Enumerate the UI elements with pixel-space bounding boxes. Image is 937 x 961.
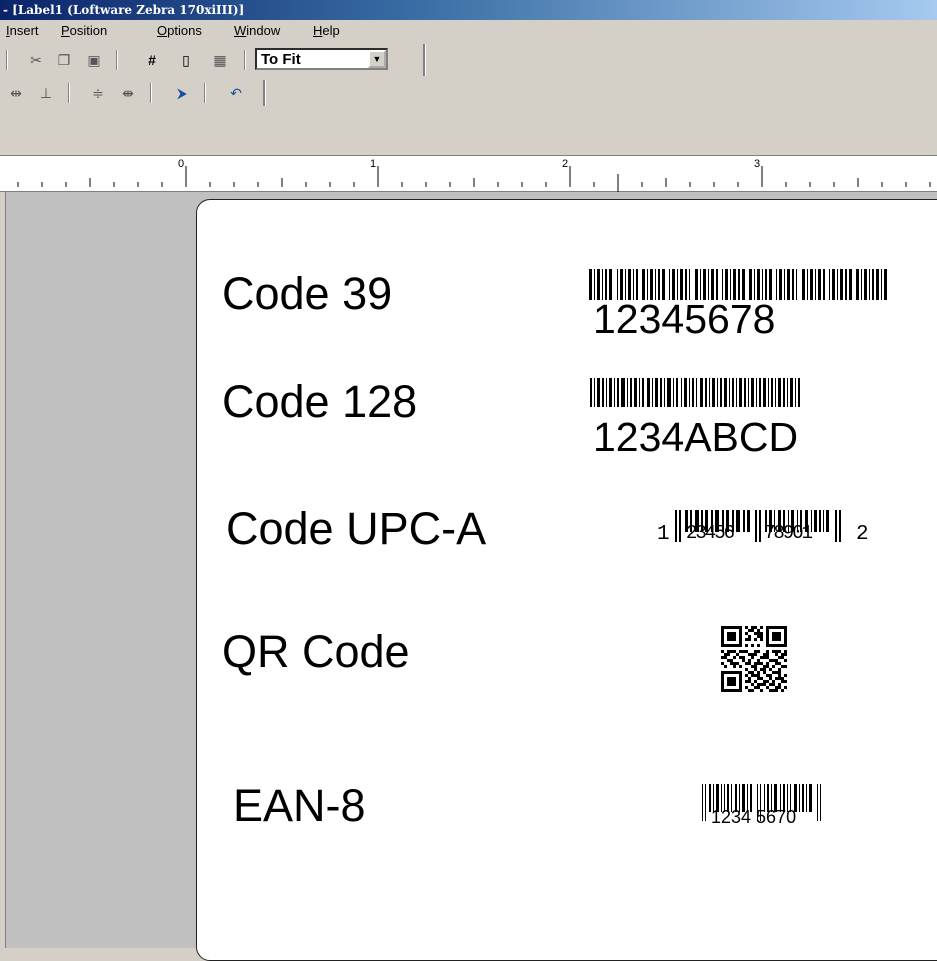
toolbar-separator <box>204 83 206 103</box>
toolbar-separator <box>6 50 8 70</box>
menu-position[interactable]: Position <box>61 23 107 38</box>
window-title: - [Label1 (Loftware Zebra 170xiIII)] <box>0 0 937 20</box>
menu-window[interactable]: Window <box>234 23 280 38</box>
align-toolbar: ⇹ ⊥ ≑ ⇼ ⮞ ↶ <box>0 78 937 108</box>
menu-options[interactable]: Options <box>157 23 202 38</box>
copy-icon[interactable]: ❐ <box>54 50 74 70</box>
barcode-icon[interactable]: ▦ <box>210 50 230 70</box>
ean8-caption[interactable]: EAN-8 <box>233 780 366 832</box>
ruler-label-1: 1 <box>370 158 377 170</box>
toolbar-separator <box>116 50 118 70</box>
undo-icon[interactable]: ↶ <box>226 83 246 103</box>
qrcode-caption[interactable]: QR Code <box>222 626 410 678</box>
upca-digit-right: 2 <box>856 523 869 546</box>
code39-caption[interactable]: Code 39 <box>222 268 392 320</box>
qr-code[interactable] <box>721 626 787 692</box>
page-icon[interactable]: ▯ <box>176 50 196 70</box>
align-h-icon[interactable]: ⇹ <box>6 83 26 103</box>
window-left-border <box>0 192 6 948</box>
ruler-label-2: 2 <box>562 158 569 170</box>
center-v-icon[interactable]: ≑ <box>88 83 108 103</box>
menu-bar: Insert Position Options Window Help <box>0 20 937 42</box>
upca-digits-group2: 78901 <box>764 522 813 544</box>
grid-icon[interactable]: # <box>142 50 162 70</box>
center-h-icon[interactable]: ⇼ <box>118 83 138 103</box>
toolbar-separator <box>150 83 152 103</box>
zoom-select[interactable]: To Fit ▼ <box>255 48 388 70</box>
toolbar-separator <box>68 83 70 103</box>
upca-caption[interactable]: Code UPC-A <box>226 503 486 555</box>
align-v-icon[interactable]: ⊥ <box>36 83 56 103</box>
zoom-value: To Fit <box>261 51 301 68</box>
code128-text: 1234ABCD <box>593 414 799 460</box>
main-toolbar: ✂ ❐ ▣ # ▯ ▦ To Fit ▼ <box>0 42 937 78</box>
rotate-icon[interactable]: ⮞ <box>172 83 192 103</box>
horizontal-ruler: 0 1 2 3 <box>0 155 937 192</box>
ruler-ticks <box>17 166 931 192</box>
label-canvas[interactable]: Code 39 12345678 Code 128 1234ABCD Code … <box>196 199 937 961</box>
menu-insert[interactable]: Insert <box>6 23 39 38</box>
code39-text: 12345678 <box>593 296 776 342</box>
toolbar-separator <box>244 50 246 70</box>
ean8-text: 1234 5670 <box>711 807 797 827</box>
ruler-label-3: 3 <box>754 158 761 170</box>
code128-caption[interactable]: Code 128 <box>222 376 417 428</box>
code128-barcode[interactable] <box>590 378 800 407</box>
upca-digit-left: 1 <box>657 523 670 546</box>
toolbar-border <box>263 80 266 106</box>
ruler-label-0: 0 <box>178 158 185 170</box>
cut-icon[interactable]: ✂ <box>26 50 46 70</box>
upca-digits-group1: 23456 <box>686 522 735 544</box>
chevron-down-icon[interactable]: ▼ <box>368 50 386 68</box>
paste-icon[interactable]: ▣ <box>84 50 104 70</box>
menu-help[interactable]: Help <box>313 23 340 38</box>
toolbar-border <box>423 44 426 76</box>
